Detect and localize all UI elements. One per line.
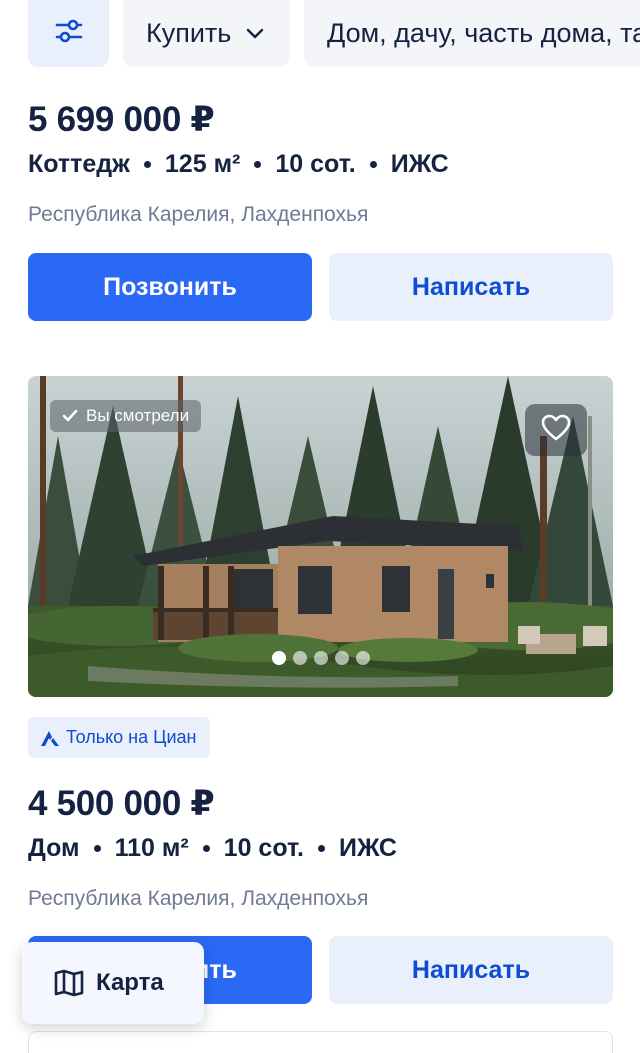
pagination-dot[interactable] — [356, 651, 370, 665]
separator-dot — [143, 161, 151, 168]
map-icon — [54, 969, 84, 997]
listing-type: Дом — [28, 834, 80, 862]
deal-type-label: Купить — [146, 18, 232, 48]
listing-specs: Дом 110 м² 10 сот. ИЖС — [28, 834, 397, 863]
photo-pagination[interactable] — [272, 651, 370, 665]
favorite-button[interactable] — [525, 404, 587, 456]
pagination-dot[interactable] — [293, 651, 307, 665]
listing-status: ИЖС — [338, 834, 397, 862]
separator-dot — [254, 161, 262, 168]
map-button-label: Карта — [96, 969, 164, 996]
exclusive-label: Только на Циан — [66, 727, 197, 747]
call-button[interactable]: Позвонить — [28, 253, 312, 321]
viewed-label: Вы смотрели — [86, 406, 190, 425]
property-type-label: Дом, дачу, часть дома, та — [327, 18, 640, 48]
listing-price: 5 699 000 ₽ — [28, 100, 215, 139]
separator-dot — [317, 845, 325, 852]
separator-dot — [93, 845, 101, 852]
separator-dot — [202, 845, 210, 852]
search-filter-bar: Купить Дом, дачу, часть дома, та — [0, 0, 640, 70]
viewed-badge: Вы смотрели — [50, 400, 202, 432]
listing-price: 4 500 000 ₽ — [28, 784, 215, 823]
map-button[interactable]: Карта — [22, 942, 204, 1024]
deal-type-select[interactable]: Купить — [123, 0, 290, 67]
cian-logo-icon — [40, 729, 60, 747]
sliders-icon — [54, 16, 84, 51]
listing-area: 125 м² — [164, 150, 241, 178]
filters-button[interactable] — [28, 0, 109, 67]
chevron-down-icon — [245, 28, 265, 40]
next-listing-card — [28, 1031, 613, 1053]
pagination-dot[interactable] — [335, 651, 349, 665]
message-button[interactable]: Написать — [329, 253, 613, 321]
listing-land: 10 сот. — [223, 834, 304, 862]
message-button[interactable]: Написать — [329, 936, 613, 1004]
pagination-dot[interactable] — [314, 651, 328, 665]
checkmark-icon — [62, 409, 78, 423]
listing-area: 110 м² — [114, 834, 189, 862]
separator-dot — [369, 161, 377, 168]
listing-address[interactable]: Республика Карелия, Лахденпохья — [28, 203, 368, 227]
pagination-dot[interactable] — [272, 651, 286, 665]
listing-status: ИЖС — [390, 150, 449, 178]
listing-address[interactable]: Республика Карелия, Лахденпохья — [28, 887, 368, 911]
exclusive-badge: Только на Циан — [28, 717, 211, 758]
listing-land: 10 сот. — [275, 150, 356, 178]
listing-specs: Коттедж 125 м² 10 сот. ИЖС — [28, 150, 449, 179]
listing-type: Коттедж — [28, 150, 130, 178]
property-type-select[interactable]: Дом, дачу, часть дома, та — [304, 0, 640, 67]
heart-icon — [541, 414, 571, 446]
